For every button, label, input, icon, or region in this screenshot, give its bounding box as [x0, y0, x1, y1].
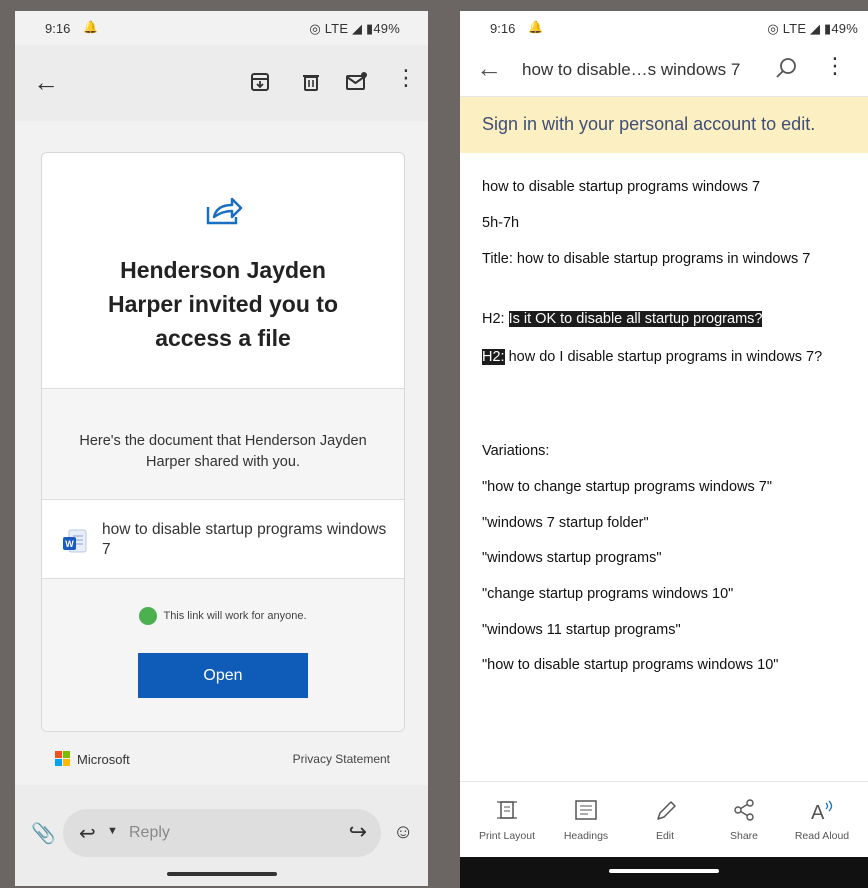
- doc-heading-line: H2: Is it OK to disable all startup prog…: [482, 309, 850, 329]
- signin-banner[interactable]: Sign in with your personal account to ed…: [460, 97, 868, 153]
- document-title: how to disable…s windows 7: [522, 60, 741, 79]
- file-link[interactable]: W how to disable startup programs window…: [42, 499, 404, 579]
- reply-placeholder: Reply: [129, 824, 170, 841]
- highlighted-text: H2:: [482, 349, 505, 365]
- mark-unread-icon[interactable]: [343, 69, 369, 95]
- chevron-down-icon[interactable]: ▼: [107, 825, 118, 837]
- svg-text:W: W: [65, 539, 74, 549]
- globe-icon: [139, 607, 158, 625]
- more-vert-icon[interactable]: ⋮: [393, 65, 419, 91]
- gmail-screen: 9:16 🔔 ◎ LTE ◢ ▮49% ← ⋮ Henderson Jayden…: [15, 11, 428, 886]
- invite-body: Here's the document that Henderson Jayde…: [42, 389, 404, 731]
- headings-icon: [575, 800, 597, 820]
- footer: Microsoft Privacy Statement: [55, 749, 390, 769]
- reply-field[interactable]: ↩ ▼ Reply ↪: [63, 809, 381, 857]
- status-indicators: ◎ LTE ◢ ▮49%: [309, 21, 400, 36]
- tool-label: Edit: [655, 830, 675, 842]
- tool-label: Share: [729, 830, 759, 842]
- headings-button[interactable]: Headings: [546, 796, 626, 842]
- doc-line: "windows 11 startup programs": [482, 622, 681, 638]
- share-file-icon: [206, 197, 243, 225]
- doc-line: Title: how to disable startup programs i…: [482, 251, 811, 267]
- invite-header: Henderson Jayden Harper invited you to a…: [42, 153, 404, 389]
- doc-line: 5h-7h: [482, 215, 520, 231]
- word-file-icon: W: [63, 529, 87, 553]
- reply-arrow-icon: ↩: [79, 823, 96, 845]
- more-vert-icon[interactable]: ⋮: [824, 55, 846, 77]
- bell-icon: 🔔: [528, 20, 543, 34]
- print-layout-icon: [497, 801, 517, 819]
- open-button[interactable]: Open: [138, 653, 308, 698]
- forward-icon[interactable]: ↪: [349, 819, 367, 845]
- invite-line: Harper invited you to: [107, 291, 339, 317]
- navigation-bar: [460, 857, 868, 888]
- status-indicators: ◎ LTE ◢ ▮49%: [767, 21, 858, 36]
- read-aloud-icon: A: [811, 800, 833, 824]
- status-bar: 9:16 🔔 ◎ LTE ◢ ▮49%: [460, 11, 868, 45]
- back-arrow-icon[interactable]: ←: [476, 53, 502, 84]
- attach-icon[interactable]: 📎: [31, 821, 56, 846]
- invite-line: access a file: [155, 325, 291, 351]
- invite-line: Henderson Jayden: [120, 257, 326, 283]
- link-note: This link will work for anyone.: [42, 607, 404, 625]
- invite-card: Henderson Jayden Harper invited you to a…: [41, 152, 405, 732]
- doc-line: "windows 7 startup folder": [482, 515, 649, 531]
- file-name: how to disable startup programs windows …: [102, 521, 387, 558]
- tool-label: Read Aloud: [794, 830, 850, 842]
- tool-label: Headings: [563, 830, 609, 842]
- pencil-icon: [657, 801, 676, 820]
- print-layout-button[interactable]: Print Layout: [467, 796, 547, 842]
- archive-icon[interactable]: [247, 69, 273, 95]
- doc-text: how do I disable startup programs in win…: [504, 349, 823, 365]
- doc-line: "change startup programs windows 10": [482, 586, 734, 602]
- home-indicator: [609, 869, 719, 873]
- highlighted-text: Is it OK to disable all startup programs…: [508, 311, 763, 327]
- doc-heading-line: H2: how do I disable startup programs in…: [482, 347, 850, 367]
- doc-line: "how to change startup programs windows …: [482, 479, 772, 495]
- emoji-icon[interactable]: ☺: [393, 821, 413, 844]
- doc-line: Variations:: [482, 443, 550, 459]
- svg-text:A: A: [811, 802, 825, 824]
- edit-button[interactable]: Edit: [625, 796, 705, 842]
- home-indicator: [166, 872, 277, 876]
- privacy-link[interactable]: Privacy Statement: [293, 752, 390, 766]
- status-time: 9:16: [490, 21, 516, 36]
- doc-line: how to disable startup programs windows …: [482, 179, 761, 195]
- search-icon[interactable]: [774, 55, 800, 81]
- share-icon: [734, 799, 754, 821]
- back-arrow-icon[interactable]: ←: [33, 67, 59, 98]
- word-toolbar: ← how to disable…s windows 7 ⋮: [460, 45, 868, 97]
- link-note-text: This link will work for anyone.: [163, 609, 307, 622]
- microsoft-logo-icon: [55, 751, 71, 767]
- microsoft-label: Microsoft: [77, 752, 130, 767]
- read-aloud-button[interactable]: A Read Aloud: [782, 796, 862, 842]
- reply-bar: 📎 ↩ ▼ Reply ↪ ☺: [15, 785, 428, 886]
- gmail-toolbar: ← ⋮: [15, 45, 428, 121]
- bell-icon: 🔔: [83, 20, 98, 34]
- shared-message: Here's the document that Henderson Jayde…: [79, 433, 367, 470]
- doc-line: "how to disable startup programs windows…: [482, 657, 779, 673]
- invite-heading: Henderson Jayden Harper invited you to a…: [62, 253, 384, 355]
- status-time: 9:16: [45, 21, 71, 36]
- status-bar: 9:16 🔔 ◎ LTE ◢ ▮49%: [15, 11, 428, 45]
- tool-label: Print Layout: [478, 830, 536, 842]
- doc-line: "windows startup programs": [482, 550, 662, 566]
- delete-icon[interactable]: [298, 69, 324, 95]
- word-bottom-toolbar: Print Layout Headings Edit Share A Read …: [460, 781, 868, 857]
- word-screen: 9:16 🔔 ◎ LTE ◢ ▮49% ← how to disable…s w…: [460, 11, 868, 888]
- share-button[interactable]: Share: [704, 796, 784, 842]
- doc-text: H2:: [482, 311, 509, 327]
